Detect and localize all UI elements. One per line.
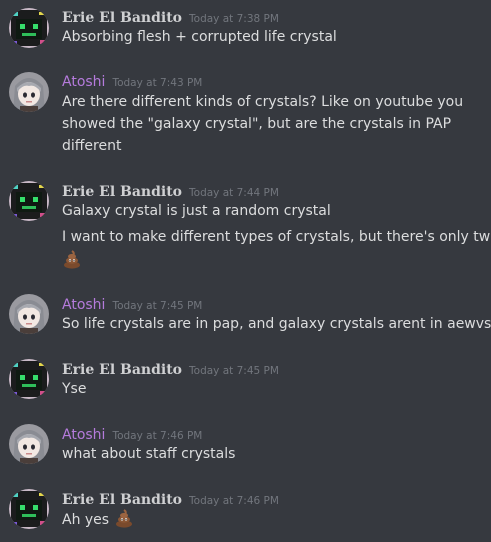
message-header: Erie El Bandito Today at 7:46 PM <box>62 489 279 508</box>
message-timestamp: Today at 7:46 PM <box>112 430 203 442</box>
message-text-content: Ah yes <box>62 512 110 528</box>
author-name[interactable]: Erie El Bandito <box>62 10 182 26</box>
anime-girl-avatar[interactable] <box>9 294 49 334</box>
author-name[interactable]: Atoshi <box>62 297 105 313</box>
author-name[interactable]: Erie El Bandito <box>62 184 182 200</box>
message-timestamp: Today at 7:38 PM <box>189 13 279 25</box>
message-emoji-line <box>62 249 82 272</box>
green-robot-face-avatar[interactable] <box>9 489 49 529</box>
green-robot-face-avatar[interactable] <box>9 359 49 399</box>
message-header: Atoshi Today at 7:45 PM <box>62 294 202 313</box>
message-timestamp: Today at 7:46 PM <box>189 495 279 507</box>
message-text: I want to make different types of crysta… <box>62 229 491 245</box>
message-text: what about staff crystals <box>62 446 236 462</box>
message-timestamp: Today at 7:44 PM <box>189 187 279 199</box>
message-header: Atoshi Today at 7:43 PM <box>62 71 202 90</box>
message-header: Atoshi Today at 7:46 PM <box>62 424 202 443</box>
author-name[interactable]: Atoshi <box>62 427 105 443</box>
author-name[interactable]: Atoshi <box>62 74 105 90</box>
anime-girl-avatar[interactable] <box>9 424 49 464</box>
message-text: showed the "galaxy crystal", but are the… <box>62 116 452 132</box>
message-timestamp: Today at 7:45 PM <box>112 300 203 312</box>
message-text: Absorbing flesh + corrupted life crystal <box>62 29 337 45</box>
green-robot-face-avatar[interactable] <box>9 8 49 48</box>
message-text: Ah yes <box>62 508 134 531</box>
poop-emoji <box>114 509 133 528</box>
message-text: Yse <box>62 381 87 397</box>
author-name[interactable]: Erie El Bandito <box>62 362 182 378</box>
green-robot-face-avatar[interactable] <box>9 181 49 221</box>
message-text: different <box>62 138 122 154</box>
author-name[interactable]: Erie El Bandito <box>62 492 182 508</box>
message-text: So life crystals are in pap, and galaxy … <box>62 316 491 332</box>
message-header: Erie El Bandito Today at 7:45 PM <box>62 359 279 378</box>
message-header: Erie El Bandito Today at 7:44 PM <box>62 181 279 200</box>
message-timestamp: Today at 7:45 PM <box>189 365 279 377</box>
poop-emoji <box>63 250 81 269</box>
message-text: Galaxy crystal is just a random crystal <box>62 203 331 219</box>
message-header: Erie El Bandito Today at 7:38 PM <box>62 7 279 26</box>
message-timestamp: Today at 7:43 PM <box>112 77 203 89</box>
message-text: Are there different kinds of crystals? L… <box>62 94 464 110</box>
anime-girl-avatar[interactable] <box>9 72 49 112</box>
